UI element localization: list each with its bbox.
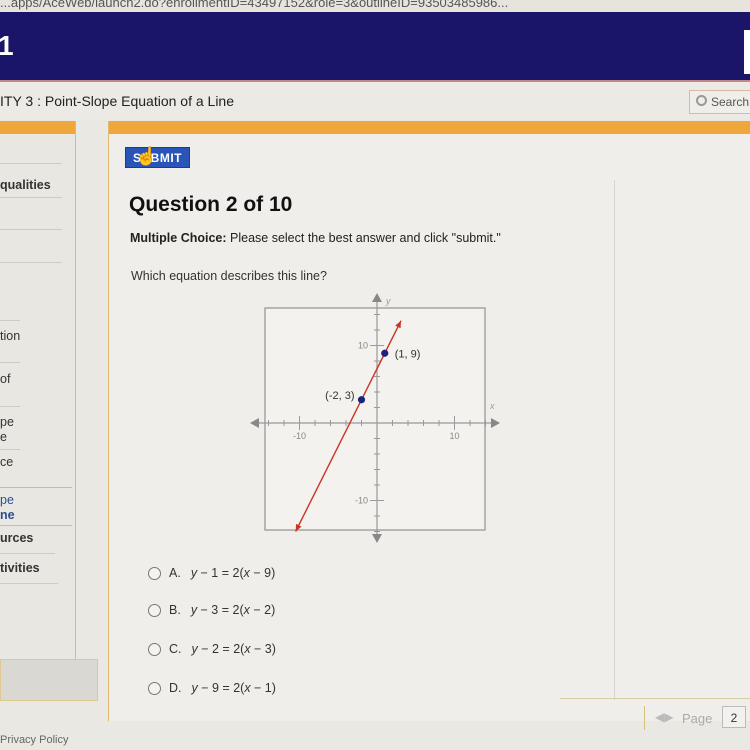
- option-b[interactable]: B. y − 3 = 2(x − 2): [148, 603, 388, 625]
- previous-page-icon[interactable]: ◀▶: [655, 710, 673, 724]
- plot-frame: [264, 307, 486, 531]
- divider: [644, 706, 645, 730]
- divider: [0, 362, 20, 363]
- x-axis-arrow-right: [491, 418, 500, 428]
- sidebar-item[interactable]: qualities: [0, 178, 51, 192]
- instructions: Multiple Choice: Please select the best …: [130, 231, 501, 245]
- divider: [0, 262, 62, 263]
- panel-header-bar: [109, 121, 750, 134]
- sidebar-footer-panel: [0, 659, 98, 701]
- url-text: ...apps/AceWeb/launch2.do?enrollmentID=4…: [0, 0, 509, 10]
- divider: [0, 229, 62, 230]
- divider: [0, 320, 20, 321]
- x-tick-label: 10: [449, 431, 459, 441]
- search-label: Search: [711, 95, 750, 109]
- option-a[interactable]: A. y − 1 = 2(x − 9): [148, 566, 388, 588]
- divider: [614, 180, 615, 700]
- option-letter: A.: [169, 566, 181, 580]
- sidebar: qualities tion of pe e ce pe ne urces ti…: [0, 121, 76, 676]
- option-d[interactable]: D. y − 9 = 2(x − 1): [148, 681, 388, 703]
- sidebar-item-current[interactable]: pe: [0, 493, 14, 507]
- radio-button[interactable]: [148, 682, 161, 696]
- y-tick-label: -10: [355, 496, 368, 506]
- divider: [0, 525, 72, 526]
- privacy-policy-link[interactable]: Privacy Policy: [0, 734, 68, 746]
- page-label: Page: [682, 711, 713, 726]
- page-title: ITY 3 : Point-Slope Equation of a Line: [0, 93, 235, 109]
- divider: [0, 163, 62, 164]
- option-letter: D.: [169, 681, 182, 695]
- divider: [0, 553, 55, 554]
- question-title: Question 2 of 10: [129, 193, 293, 216]
- y-tick-label: 10: [358, 341, 368, 351]
- search-icon: [696, 95, 707, 106]
- divider: [0, 583, 58, 584]
- x-axis-arrow-left: [250, 418, 259, 428]
- sidebar-item[interactable]: pe: [0, 415, 14, 429]
- divider: [0, 197, 62, 198]
- activity-titlebar: ITY 3 : Point-Slope Equation of a Line: [0, 82, 750, 120]
- sidebar-header-bar: [0, 121, 75, 134]
- radio-button[interactable]: [148, 604, 161, 618]
- hand-cursor-icon: ☝: [135, 146, 158, 166]
- address-bar[interactable]: ...apps/AceWeb/launch2.do?enrollmentID=4…: [0, 0, 750, 12]
- option-equation: y − 2 = 2(x − 3): [191, 642, 276, 656]
- sidebar-item[interactable]: e: [0, 430, 7, 444]
- data-point: [357, 396, 366, 404]
- app-header: 1: [0, 12, 750, 82]
- y-axis-arrow-up: [372, 293, 382, 302]
- sidebar-item[interactable]: of: [0, 372, 10, 386]
- x-axis-label: x: [489, 401, 495, 411]
- logo: 1: [0, 30, 14, 61]
- instructions-text: Please select the best answer and click …: [226, 231, 501, 245]
- option-letter: B.: [169, 603, 181, 617]
- option-equation: y − 1 = 2(x − 9): [190, 566, 276, 580]
- option-equation: y − 9 = 2(x − 1): [191, 681, 276, 695]
- sidebar-item[interactable]: tion: [0, 329, 20, 343]
- option-c[interactable]: C. y − 2 = 2(x − 3): [148, 642, 388, 664]
- y-axis-label: y: [385, 296, 391, 306]
- y-axis-arrow-down: [372, 534, 382, 543]
- point-label: (-2, 3): [325, 390, 354, 402]
- sidebar-item[interactable]: ce: [0, 455, 13, 469]
- divider: [0, 487, 72, 488]
- sidebar-item[interactable]: tivities: [0, 561, 40, 575]
- divider: [560, 698, 750, 699]
- radio-button[interactable]: [148, 567, 161, 581]
- page-number-input[interactable]: 2: [722, 706, 746, 728]
- question-prompt: Which equation describes this line?: [131, 269, 327, 283]
- coordinate-graph: -10 10 10 -10 x y (-2, 3) (1, 9): [250, 293, 500, 543]
- sidebar-item[interactable]: urces: [0, 531, 33, 545]
- radio-button[interactable]: [148, 643, 161, 657]
- point-label: (1, 9): [395, 348, 421, 360]
- divider: [0, 449, 20, 450]
- option-letter: C.: [169, 642, 182, 656]
- sidebar-item-current[interactable]: ne: [0, 508, 15, 522]
- header-menu[interactable]: [744, 30, 750, 74]
- data-point: [381, 349, 389, 357]
- x-tick-label: -10: [293, 431, 306, 441]
- divider: [0, 406, 20, 407]
- instructions-label: Multiple Choice:: [130, 231, 227, 245]
- option-equation: y − 3 = 2(x − 2): [190, 603, 276, 617]
- search-button[interactable]: Search: [689, 90, 750, 114]
